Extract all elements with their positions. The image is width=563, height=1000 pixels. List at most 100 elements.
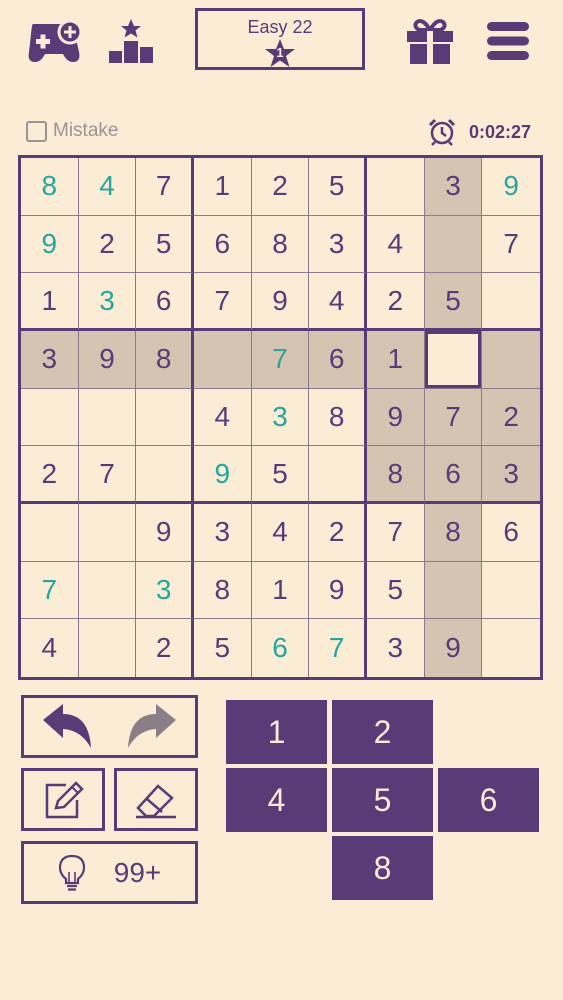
board-cell-r5c5[interactable]: 3 <box>251 388 310 447</box>
gift-icon[interactable] <box>404 12 456 70</box>
board-cell-r8c4[interactable]: 8 <box>194 561 252 620</box>
board-cell-r4c6[interactable]: 6 <box>309 331 367 389</box>
board-cell-r3c8[interactable]: 5 <box>424 273 483 331</box>
board-cell-r1c6[interactable]: 5 <box>309 158 367 216</box>
board-cell-r5c3[interactable] <box>136 388 194 447</box>
board-cell-r1c1[interactable]: 8 <box>21 158 79 216</box>
board-cell-r1c5[interactable]: 2 <box>251 158 310 216</box>
board-cell-r9c1[interactable]: 4 <box>21 619 79 677</box>
board-cell-r8c6[interactable]: 9 <box>309 561 367 620</box>
board-cell-r3c5[interactable]: 9 <box>251 273 310 331</box>
board-cell-r9c8[interactable]: 9 <box>424 619 483 677</box>
board-cell-r1c2[interactable]: 4 <box>78 158 137 216</box>
board-cell-r1c9[interactable]: 9 <box>482 158 540 216</box>
board-cell-r2c2[interactable]: 2 <box>78 215 137 274</box>
board-cell-r4c3[interactable]: 8 <box>136 331 194 389</box>
board-cell-r4c5[interactable]: 7 <box>251 331 310 389</box>
gamepad-add-icon[interactable] <box>22 12 86 70</box>
board-cell-r9c6[interactable]: 7 <box>309 619 367 677</box>
board-cell-r8c1[interactable]: 7 <box>21 561 79 620</box>
board-cell-r6c6[interactable] <box>309 446 367 504</box>
board-cell-r6c2[interactable]: 7 <box>78 446 137 504</box>
number-key-6[interactable]: 6 <box>438 768 539 832</box>
pencil-icon <box>45 780 84 818</box>
board-cell-r8c9[interactable] <box>482 562 540 620</box>
board-cell-r5c4[interactable]: 4 <box>194 388 252 447</box>
board-cell-r3c1[interactable]: 1 <box>21 273 79 331</box>
board-cell-r7c3[interactable]: 9 <box>136 504 194 562</box>
board-cell-r7c7[interactable]: 7 <box>367 504 425 562</box>
leaderboard-icon[interactable] <box>106 12 156 70</box>
board-cell-r7c6[interactable]: 2 <box>309 504 367 562</box>
board-cell-r4c4[interactable] <box>194 331 252 389</box>
board-cell-r2c1[interactable]: 9 <box>21 215 79 274</box>
board-cell-r8c7[interactable]: 5 <box>367 561 425 620</box>
board-cell-r4c1[interactable]: 3 <box>21 331 79 389</box>
board-cell-r5c1[interactable] <box>21 388 79 447</box>
board-cell-r2c5[interactable]: 8 <box>251 215 310 274</box>
board-cell-r3c3[interactable]: 6 <box>136 273 194 331</box>
board-cell-r6c9[interactable]: 3 <box>482 446 540 504</box>
board-cell-r7c2[interactable] <box>78 504 137 562</box>
board-cell-r7c4[interactable]: 3 <box>194 504 252 562</box>
board-cell-r3c2[interactable]: 3 <box>78 273 137 331</box>
board-cell-r6c8[interactable]: 6 <box>424 446 483 504</box>
undo-icon[interactable] <box>39 702 95 752</box>
board-cell-r9c7[interactable]: 3 <box>367 619 425 677</box>
redo-icon[interactable] <box>124 702 180 752</box>
board-cell-r9c4[interactable]: 5 <box>194 619 252 677</box>
board-cell-r5c2[interactable] <box>78 388 137 447</box>
menu-icon[interactable] <box>486 12 530 70</box>
board-cell-r7c9[interactable]: 6 <box>482 504 540 562</box>
board-cell-r1c3[interactable]: 7 <box>136 158 194 216</box>
board-cell-r2c3[interactable]: 5 <box>136 215 194 274</box>
board-cell-r6c5[interactable]: 5 <box>251 446 310 504</box>
number-key-5[interactable]: 5 <box>332 768 433 832</box>
number-key-1[interactable]: 1 <box>226 700 327 764</box>
board-cell-r5c9[interactable]: 2 <box>482 388 540 447</box>
board-cell-r3c4[interactable]: 7 <box>194 273 252 331</box>
board-cell-r5c6[interactable]: 8 <box>309 388 367 447</box>
board-cell-r2c4[interactable]: 6 <box>194 215 252 274</box>
board-cell-r2c6[interactable]: 3 <box>309 215 367 274</box>
erase-button[interactable] <box>114 768 198 831</box>
board-cell-r9c3[interactable]: 2 <box>136 619 194 677</box>
board-cell-r3c7[interactable]: 2 <box>367 273 425 331</box>
board-cell-r2c9[interactable]: 7 <box>482 216 540 274</box>
board-cell-r5c7[interactable]: 9 <box>367 388 425 447</box>
board-cell-r6c4[interactable]: 9 <box>194 446 252 504</box>
board-cell-r4c9[interactable] <box>482 331 540 389</box>
board-cell-r7c1[interactable] <box>21 504 79 562</box>
board-cell-r8c3[interactable]: 3 <box>136 561 194 620</box>
board-cell-r4c7[interactable]: 1 <box>367 331 425 389</box>
hint-count: 99+ <box>113 856 162 888</box>
number-key-4[interactable]: 4 <box>226 768 327 832</box>
board-cell-r6c1[interactable]: 2 <box>21 446 79 504</box>
board-cell-r8c2[interactable] <box>78 561 137 620</box>
number-key-2[interactable]: 2 <box>332 700 433 764</box>
number-key-8[interactable]: 8 <box>332 836 433 900</box>
board-cell-r6c3[interactable] <box>136 446 194 504</box>
board-cell-r9c2[interactable] <box>79 619 137 677</box>
mistake-toggle[interactable]: Mistake <box>26 120 118 142</box>
board-cell-r8c5[interactable]: 1 <box>251 561 310 620</box>
board-cell-r4c2[interactable]: 9 <box>78 331 137 389</box>
board-cell-r3c9[interactable] <box>482 273 540 331</box>
mistake-checkbox[interactable] <box>26 120 47 142</box>
board-cell-r1c7[interactable] <box>367 158 425 216</box>
board-cell-r9c5[interactable]: 6 <box>252 619 310 677</box>
board-cell-r7c8[interactable]: 8 <box>424 504 483 562</box>
board-cell-r2c8[interactable] <box>424 215 483 274</box>
board-cell-r4c8[interactable] <box>424 331 483 389</box>
board-cell-r2c7[interactable]: 4 <box>367 215 425 274</box>
board-cell-r9c9[interactable] <box>482 619 540 677</box>
board-cell-r6c7[interactable]: 8 <box>367 446 425 504</box>
board-cell-r7c5[interactable]: 4 <box>251 504 310 562</box>
board-cell-r3c6[interactable]: 4 <box>309 273 367 331</box>
board-cell-r8c8[interactable] <box>424 561 483 620</box>
notes-button[interactable] <box>21 768 105 831</box>
hint-button[interactable]: 99+ <box>21 841 198 904</box>
board-cell-r1c4[interactable]: 1 <box>194 158 252 216</box>
board-cell-r5c8[interactable]: 7 <box>424 388 483 447</box>
board-cell-r1c8[interactable]: 3 <box>424 158 483 216</box>
